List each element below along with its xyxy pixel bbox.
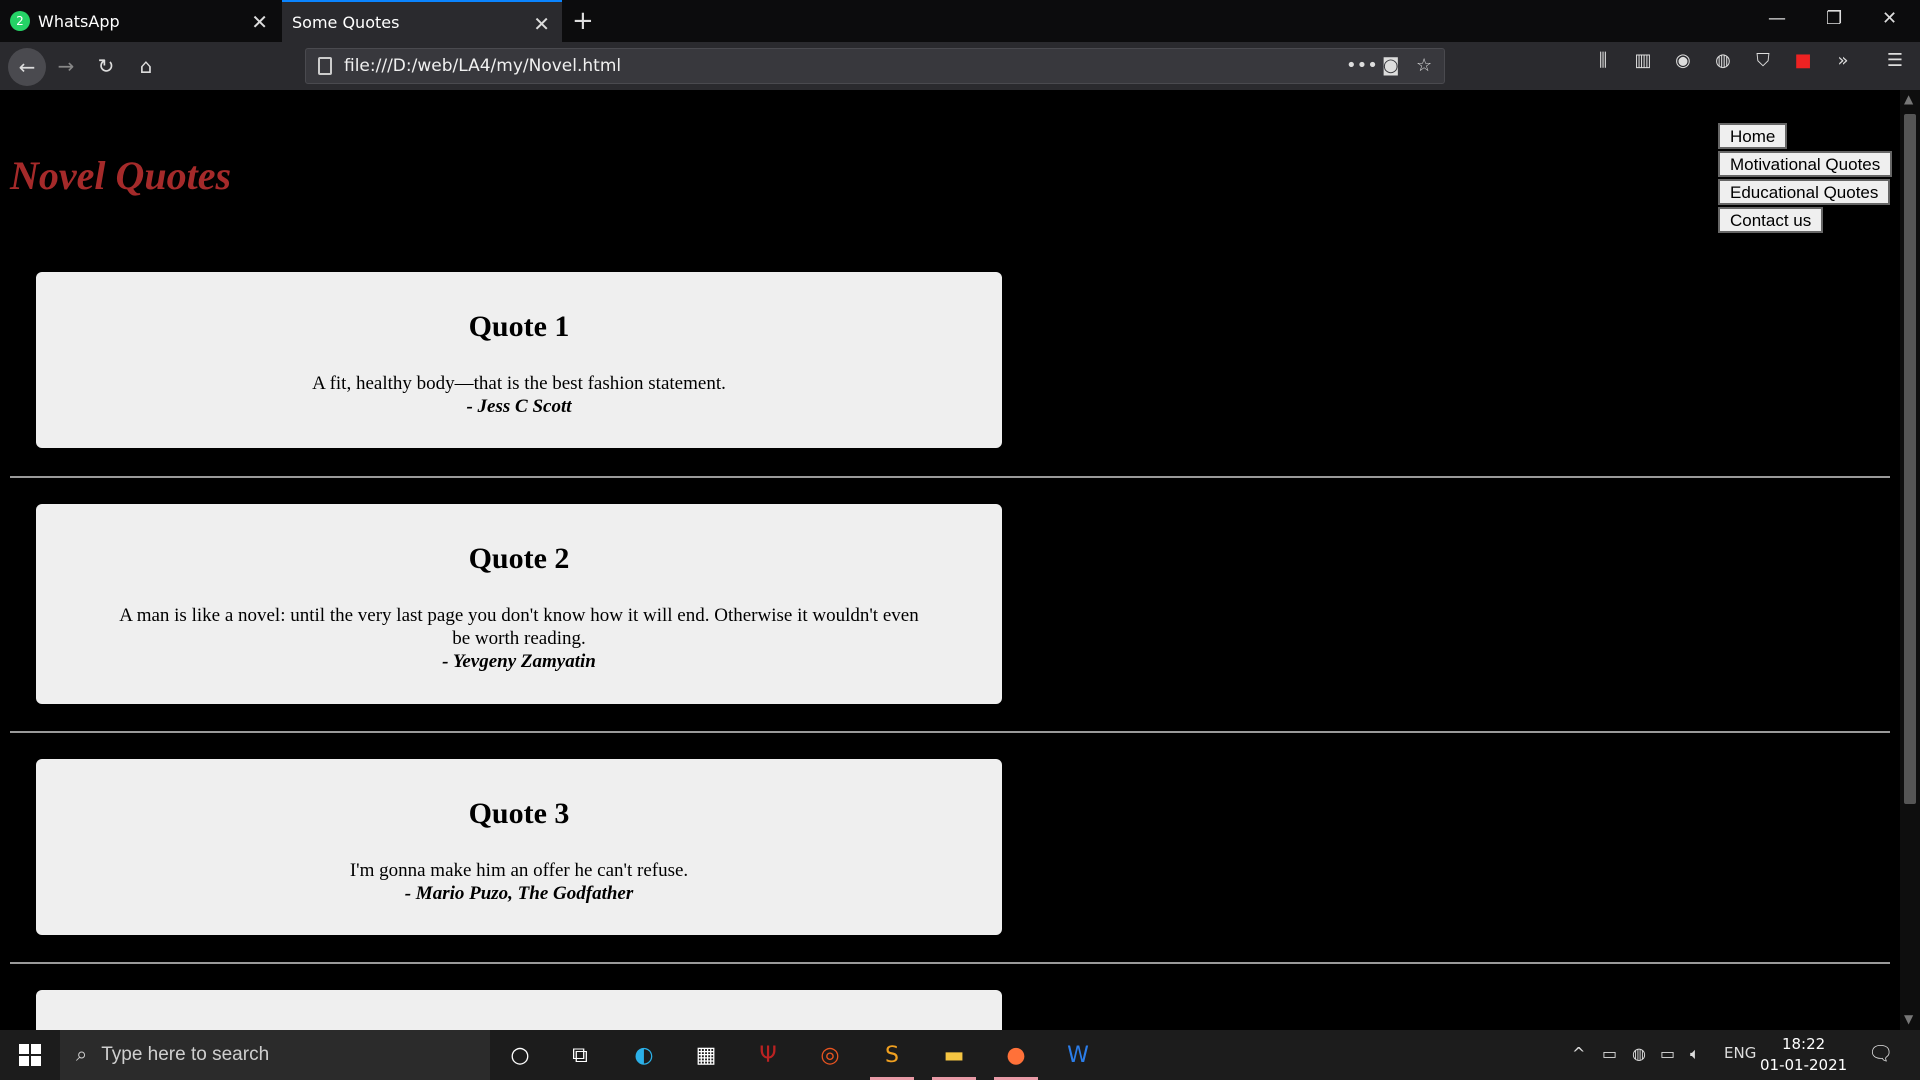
- divider: [10, 476, 1890, 478]
- close-icon[interactable]: ✕: [251, 10, 268, 34]
- taskbar-search[interactable]: ⌕ Type here to search: [60, 1030, 490, 1080]
- quote-heading: Quote 1: [468, 310, 570, 343]
- volume-icon[interactable]: 🔈︎: [1690, 1044, 1700, 1064]
- battery-icon[interactable]: ▭: [1660, 1044, 1675, 1063]
- quote-card-partial: [36, 990, 1002, 1030]
- quote-card: Quote 1 A fit, healthy body—that is the …: [36, 272, 1002, 448]
- url-text: file:///D:/web/LA4/my/Novel.html: [344, 56, 622, 76]
- quote-author: - Mario Puzo, The Godfather: [404, 883, 634, 904]
- nav-educational-link[interactable]: Educational Quotes: [1718, 179, 1891, 205]
- firefox-icon[interactable]: ●: [990, 1034, 1042, 1080]
- page-content: Novel Quotes Home Motivational Quotes Ed…: [0, 90, 1900, 1030]
- clock-date: 01-01-2021: [1760, 1056, 1848, 1074]
- divider: [10, 962, 1890, 964]
- quote-card: Quote 3 I'm gonna make him an offer he c…: [36, 759, 1002, 935]
- tab-whatsapp[interactable]: 2 WhatsApp ✕: [0, 0, 280, 42]
- address-bar[interactable]: file:///D:/web/LA4/my/Novel.html ••• ◙ ☆: [305, 48, 1445, 84]
- account-icon[interactable]: ◉: [1670, 50, 1696, 71]
- task-view-icon[interactable]: ⧉: [554, 1034, 606, 1076]
- site-nav: Home Motivational Quotes Educational Quo…: [1718, 123, 1893, 235]
- new-tab-button[interactable]: +: [572, 6, 594, 36]
- device-icon[interactable]: ▭: [1602, 1044, 1617, 1063]
- scrollbar[interactable]: ▲ ▼: [1900, 90, 1920, 1030]
- page-icon: [318, 57, 332, 75]
- divider: [10, 731, 1890, 733]
- home-button[interactable]: ⌂: [130, 50, 162, 82]
- tab-label: Some Quotes: [292, 12, 400, 32]
- show-hidden-icons-icon[interactable]: ^: [1572, 1044, 1585, 1063]
- sidebar-icon[interactable]: ▥: [1630, 50, 1656, 71]
- shield-icon[interactable]: ⛉: [1750, 50, 1776, 71]
- whatsapp-icon: 2: [10, 11, 30, 31]
- window-close-icon[interactable]: ✕: [1882, 8, 1897, 29]
- page-title: Novel Quotes: [10, 153, 232, 198]
- bookmark-star-icon[interactable]: ☆: [1416, 55, 1432, 76]
- file-explorer-icon[interactable]: ▬: [928, 1034, 980, 1080]
- forward-button[interactable]: →: [50, 50, 82, 82]
- windows-icon: [19, 1044, 41, 1066]
- word-icon[interactable]: W: [1052, 1034, 1104, 1076]
- ubuntu-icon[interactable]: ◎: [804, 1034, 856, 1076]
- clock-time: 18:22: [1781, 1035, 1826, 1053]
- search-icon: ⌕: [76, 1043, 88, 1066]
- taskbar: ⌕ Type here to search ○ ⧉ ◐ ▦ Ψ ◎ S ▬ ● …: [0, 1030, 1920, 1080]
- cortana-icon[interactable]: ○: [494, 1034, 546, 1076]
- overflow-menu-icon[interactable]: »: [1830, 50, 1856, 71]
- quote-heading: Quote 3: [468, 797, 570, 830]
- store-icon[interactable]: ▦: [680, 1034, 732, 1076]
- edge-icon[interactable]: ◐: [618, 1034, 670, 1076]
- scrollbar-thumb[interactable]: [1904, 114, 1916, 804]
- quote-text: A man is like a novel: until the very la…: [119, 605, 919, 649]
- hamburger-menu-icon[interactable]: ☰: [1882, 50, 1908, 71]
- quote-card: Quote 2 A man is like a novel: until the…: [36, 504, 1002, 704]
- clock[interactable]: 18:22 01-01-2021: [1760, 1034, 1847, 1076]
- search-placeholder: Type here to search: [101, 1044, 270, 1065]
- nav-contact-link[interactable]: Contact us: [1718, 207, 1824, 233]
- tab-label: WhatsApp: [38, 11, 120, 31]
- back-button[interactable]: ←: [8, 48, 46, 86]
- restore-icon[interactable]: ❐: [1826, 8, 1842, 29]
- extension-icon[interactable]: ■: [1790, 50, 1816, 71]
- quote-text: A fit, healthy body—that is the best fas…: [312, 373, 726, 394]
- reload-button[interactable]: ↻: [90, 50, 122, 82]
- nav-home-link[interactable]: Home: [1718, 123, 1788, 149]
- globe-icon[interactable]: ◍: [1710, 50, 1736, 71]
- navigation-toolbar: ← → ↻ ⌂ file:///D:/web/LA4/my/Novel.html…: [0, 42, 1920, 90]
- quote-author: - Jess C Scott: [466, 396, 572, 417]
- quote-text: I'm gonna make him an offer he can't ref…: [349, 860, 689, 881]
- minimize-icon[interactable]: —: [1768, 8, 1786, 29]
- close-icon[interactable]: ✕: [533, 12, 550, 36]
- sublime-text-icon[interactable]: S: [866, 1034, 918, 1080]
- library-icon[interactable]: ⫼: [1590, 50, 1616, 71]
- language-indicator[interactable]: ENG: [1724, 1044, 1756, 1062]
- more-actions-icon[interactable]: •••: [1346, 55, 1378, 76]
- quote-heading: Quote 2: [468, 542, 570, 575]
- scroll-up-icon[interactable]: ▲: [1904, 92, 1913, 106]
- pocket-icon[interactable]: ◙: [1382, 55, 1399, 76]
- quote-author: - Yevgeny Zamyatin: [442, 651, 596, 672]
- network-globe-icon[interactable]: ◍: [1632, 1044, 1646, 1063]
- notifications-icon[interactable]: 🗨︎: [1868, 1041, 1893, 1065]
- predator-icon[interactable]: Ψ: [742, 1034, 794, 1076]
- tab-bar: 2 WhatsApp ✕ Some Quotes ✕ + — ❐ ✕: [0, 0, 1920, 42]
- scroll-down-icon[interactable]: ▼: [1904, 1012, 1913, 1026]
- tab-some-quotes[interactable]: Some Quotes ✕: [282, 0, 562, 42]
- nav-motivational-link[interactable]: Motivational Quotes: [1718, 151, 1893, 177]
- start-button[interactable]: [0, 1030, 60, 1080]
